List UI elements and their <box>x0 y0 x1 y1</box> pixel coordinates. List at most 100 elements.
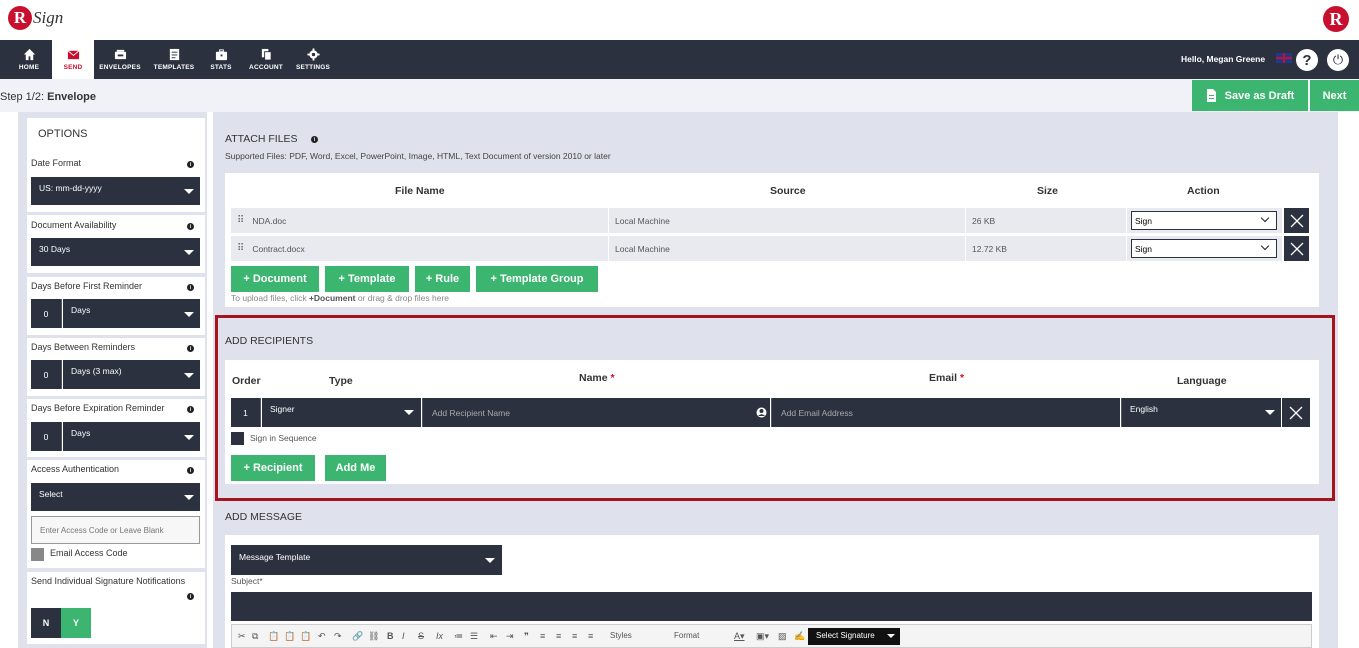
outdent-icon[interactable]: ⇤ <box>490 631 498 642</box>
between-reminders-number[interactable]: 0 <box>31 360 62 389</box>
styles-select[interactable]: Styles <box>610 631 632 640</box>
bullet-list-icon[interactable]: ☰ <box>470 631 478 642</box>
bg-color-icon[interactable]: ▣▾ <box>756 631 769 642</box>
chevron-down-icon <box>1260 241 1270 251</box>
notifications-yes-button[interactable]: Y <box>61 608 91 638</box>
action-select[interactable]: Sign <box>1131 211 1277 230</box>
signature-icon[interactable]: ✍ <box>794 631 805 642</box>
uk-flag-icon[interactable] <box>1276 53 1292 63</box>
info-icon[interactable]: i <box>187 161 194 168</box>
hint-bold: +Document <box>308 293 356 303</box>
drag-handle-icon[interactable]: ⠿ <box>237 243 244 254</box>
col-action: Action <box>1187 185 1220 197</box>
format-select[interactable]: Format <box>674 631 699 640</box>
info-icon[interactable]: i <box>187 467 194 474</box>
nav-label: SETTINGS <box>295 64 331 71</box>
file-name: NDA.doc <box>252 215 287 226</box>
chevron-down-icon <box>887 634 895 638</box>
add-template-button[interactable]: + Template <box>325 266 409 292</box>
clear-format-icon[interactable]: Ix <box>436 631 443 641</box>
date-format-select[interactable]: US: mm-dd-yyyy <box>31 177 200 205</box>
envelope-icon <box>67 50 79 60</box>
add-document-button[interactable]: + Document <box>231 266 319 292</box>
nav-settings[interactable]: SETTINGS <box>295 40 331 79</box>
power-icon[interactable]: ⏻ <box>1327 49 1349 71</box>
info-icon[interactable]: i <box>311 136 318 143</box>
doc-availability-select[interactable]: 30 Days <box>31 238 200 266</box>
table-row[interactable]: ⠿ NDA.doc <box>231 208 608 233</box>
home-icon <box>23 48 35 61</box>
access-code-input[interactable] <box>31 516 200 544</box>
indent-icon[interactable]: ⇥ <box>506 631 514 642</box>
link-icon[interactable]: 🔗 <box>352 631 363 642</box>
chevron-down-icon <box>184 189 194 194</box>
message-template-select[interactable]: Message Template <box>231 545 502 575</box>
paste-word-icon[interactable]: 📋 <box>300 631 311 642</box>
nav-templates[interactable]: TEMPLATES <box>151 40 197 79</box>
expiration-reminder-unit-select[interactable]: Days <box>63 422 200 451</box>
numbered-list-icon[interactable]: ≔ <box>454 631 463 642</box>
remove-file-button[interactable] <box>1284 208 1309 233</box>
copy-icon[interactable]: ⧉ <box>252 631 258 642</box>
step-prefix: Step 1/2: <box>0 91 45 103</box>
first-reminder-number[interactable]: 0 <box>31 299 62 328</box>
chevron-down-icon <box>184 435 194 440</box>
undo-icon[interactable]: ↶ <box>318 631 326 642</box>
rsign-logo[interactable]: R Sign <box>8 6 63 30</box>
info-icon[interactable]: i <box>187 406 194 413</box>
nav-label: ACCOUNT <box>249 64 283 71</box>
expiration-reminder-number[interactable]: 0 <box>31 422 62 451</box>
chevron-down-icon <box>184 312 194 317</box>
highlight-frame <box>215 315 1335 501</box>
image-icon[interactable]: ▨ <box>778 631 787 642</box>
notifications-no-button[interactable]: N <box>31 608 61 638</box>
help-icon[interactable]: ? <box>1296 49 1318 71</box>
add-template-group-button[interactable]: + Template Group <box>476 266 598 292</box>
text-color-icon[interactable]: A▾ <box>734 631 745 642</box>
info-icon[interactable]: i <box>187 345 194 352</box>
col-size: Size <box>1037 185 1059 197</box>
step-bar <box>0 79 1359 112</box>
close-icon <box>1290 242 1303 255</box>
redo-icon[interactable]: ↷ <box>334 631 342 642</box>
action-select[interactable]: Sign <box>1131 239 1277 258</box>
next-button[interactable]: Next <box>1310 80 1359 111</box>
nav-home[interactable]: HOME <box>10 40 48 79</box>
nav-label: STATS <box>210 64 232 71</box>
drag-handle-icon[interactable]: ⠿ <box>237 215 244 226</box>
remove-file-button[interactable] <box>1284 236 1309 261</box>
nav-envelopes[interactable]: ENVELOPES <box>98 40 142 79</box>
step-indicator: Step 1/2: Envelope <box>0 91 96 103</box>
nav-account[interactable]: ACCOUNT <box>246 40 286 79</box>
subject-input[interactable] <box>231 592 1312 621</box>
strike-icon[interactable]: S <box>418 631 424 641</box>
select-signature-dropdown[interactable]: Select Signature <box>808 628 900 645</box>
first-reminder-unit-select[interactable]: Days <box>63 299 200 328</box>
align-center-icon[interactable]: ≡ <box>556 631 561 641</box>
paste-text-icon[interactable]: 📋 <box>284 631 295 642</box>
add-rule-button[interactable]: + Rule <box>415 266 470 292</box>
nav-stats[interactable]: STATS <box>206 40 236 79</box>
unlink-icon[interactable]: ⛓ <box>368 631 379 642</box>
email-access-code-checkbox[interactable] <box>31 548 44 561</box>
align-right-icon[interactable]: ≡ <box>572 631 577 641</box>
table-row[interactable]: ⠿ Contract.docx <box>231 236 608 261</box>
between-reminders-unit-select[interactable]: Days (3 max) <box>63 360 200 389</box>
blockquote-icon[interactable]: ❞ <box>524 631 529 642</box>
paste-icon[interactable]: 📋 <box>268 631 279 642</box>
supported-files-text: Supported Files: PDF, Word, Excel, Power… <box>225 151 611 161</box>
justify-icon[interactable]: ≡ <box>588 631 593 641</box>
logo-mark: R <box>8 6 32 30</box>
access-auth-select[interactable]: Select <box>31 483 200 511</box>
info-icon[interactable]: i <box>187 284 194 291</box>
italic-icon[interactable]: I <box>402 631 405 641</box>
nav-label: SEND <box>63 64 83 71</box>
bold-icon[interactable]: B <box>387 631 394 641</box>
align-left-icon[interactable]: ≡ <box>540 631 545 641</box>
cut-icon[interactable]: ✂ <box>238 631 246 642</box>
info-icon[interactable]: i <box>187 223 194 230</box>
action-value: Sign <box>1135 216 1153 226</box>
save-draft-button[interactable]: Save as Draft <box>1192 80 1308 111</box>
info-icon[interactable]: i <box>187 593 194 600</box>
nav-send[interactable]: SEND <box>52 40 94 79</box>
